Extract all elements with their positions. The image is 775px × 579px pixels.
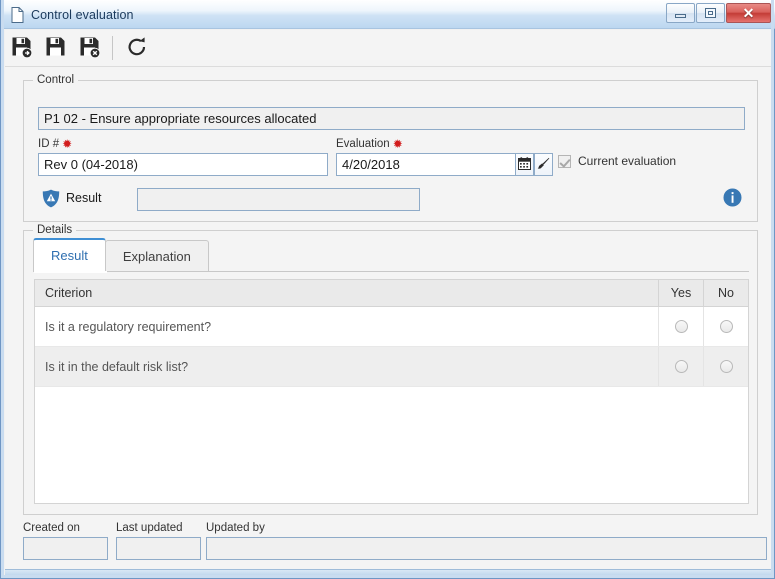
grid-header-row: Criterion Yes No — [35, 280, 748, 307]
details-group-legend: Details — [33, 224, 77, 236]
save-close-icon — [78, 35, 102, 62]
last-updated-label: Last updated — [116, 522, 183, 534]
current-evaluation-checkbox[interactable] — [558, 154, 571, 168]
close-button[interactable]: ✕ — [726, 3, 771, 23]
radio-no[interactable] — [719, 320, 733, 333]
required-marker-evaluation: ✹ — [392, 137, 403, 151]
brush-icon — [537, 157, 550, 173]
cell-yes[interactable] — [658, 307, 703, 346]
criteria-grid: Criterion Yes No Is it a regulatory requ… — [34, 279, 749, 504]
updated-by-field[interactable] — [206, 537, 767, 560]
title-bar: Control evaluation ✕ — [1, 0, 775, 29]
tab-result[interactable]: Result — [33, 238, 106, 271]
refresh-icon — [125, 35, 149, 62]
evaluation-label: Evaluation ✹ — [336, 137, 403, 151]
clear-brush-button[interactable] — [534, 153, 553, 176]
save-and-close-button[interactable] — [73, 32, 107, 65]
radio-yes[interactable] — [674, 360, 688, 373]
toolbar-separator — [112, 36, 113, 60]
restore-icon — [705, 8, 716, 18]
criterion-text: Is it in the default risk list? — [45, 359, 189, 374]
info-icon — [723, 188, 742, 207]
result-field[interactable] — [137, 188, 420, 211]
content-area: Control ID #✹ Evaluation✹ — [5, 67, 772, 575]
minimize-button[interactable] — [666, 3, 695, 23]
tab-active-mask — [34, 271, 107, 273]
evaluation-date-input[interactable] — [336, 153, 516, 176]
id-input[interactable] — [38, 153, 328, 176]
created-on-field[interactable] — [23, 537, 108, 560]
info-button[interactable] — [723, 188, 742, 210]
grid-header-no: No — [703, 280, 748, 306]
id-label: ID # ✹ — [38, 137, 73, 151]
cell-no[interactable] — [703, 347, 748, 386]
grid-header-criterion: Criterion — [45, 286, 93, 300]
minimize-icon — [675, 14, 686, 18]
footer-fields: Created on Last updated Updated by — [15, 522, 767, 567]
cell-no[interactable] — [703, 307, 748, 346]
result-row: Result — [38, 186, 745, 214]
title-bar-left: Control evaluation — [11, 0, 134, 29]
required-marker-id: ✹ — [62, 137, 73, 151]
table-row[interactable]: Is it in the default risk list? — [35, 347, 748, 387]
cell-yes[interactable] — [658, 347, 703, 386]
save-and-new-button[interactable] — [5, 32, 39, 65]
control-field[interactable] — [38, 107, 745, 130]
radio-yes[interactable] — [674, 320, 688, 333]
application-window: Control evaluation ✕ Control P1 02 - Ens… — [0, 0, 775, 579]
updated-by-label: Updated by — [206, 522, 265, 534]
grid-header-yes: Yes — [658, 280, 703, 306]
tab-strip: Result Explanation — [33, 238, 209, 271]
last-updated-field[interactable] — [116, 537, 201, 560]
current-evaluation-label: Current evaluation — [578, 154, 677, 168]
save-button[interactable] — [39, 32, 73, 65]
shield-warning-icon — [42, 189, 60, 211]
current-evaluation-checkbox-wrap[interactable]: Current evaluation — [558, 154, 676, 168]
tab-underline — [33, 271, 749, 272]
table-row[interactable]: Is it a regulatory requirement? — [35, 307, 748, 347]
window-title: Control evaluation — [31, 7, 134, 22]
restore-button[interactable] — [696, 3, 725, 23]
window-controls: ✕ — [666, 3, 771, 23]
save-add-icon — [10, 35, 34, 62]
status-strip — [5, 569, 772, 575]
criterion-text: Is it a regulatory requirement? — [45, 319, 212, 334]
calendar-icon — [518, 156, 531, 173]
calendar-picker-button[interactable] — [515, 153, 534, 176]
toolbar — [5, 30, 772, 67]
details-group: Details Result Explanation Criterion Yes… — [23, 224, 758, 515]
document-icon — [11, 6, 24, 23]
created-on-label: Created on — [23, 522, 80, 534]
control-group: Control ID #✹ Evaluation✹ — [23, 74, 758, 222]
grid-empty-area — [35, 387, 748, 503]
result-label: Result — [66, 191, 102, 205]
radio-no[interactable] — [719, 360, 733, 373]
close-icon: ✕ — [742, 5, 755, 21]
refresh-button[interactable] — [120, 32, 154, 65]
control-group-legend: Control — [33, 74, 79, 86]
save-icon — [44, 35, 68, 62]
tab-explanation[interactable]: Explanation — [104, 240, 209, 271]
